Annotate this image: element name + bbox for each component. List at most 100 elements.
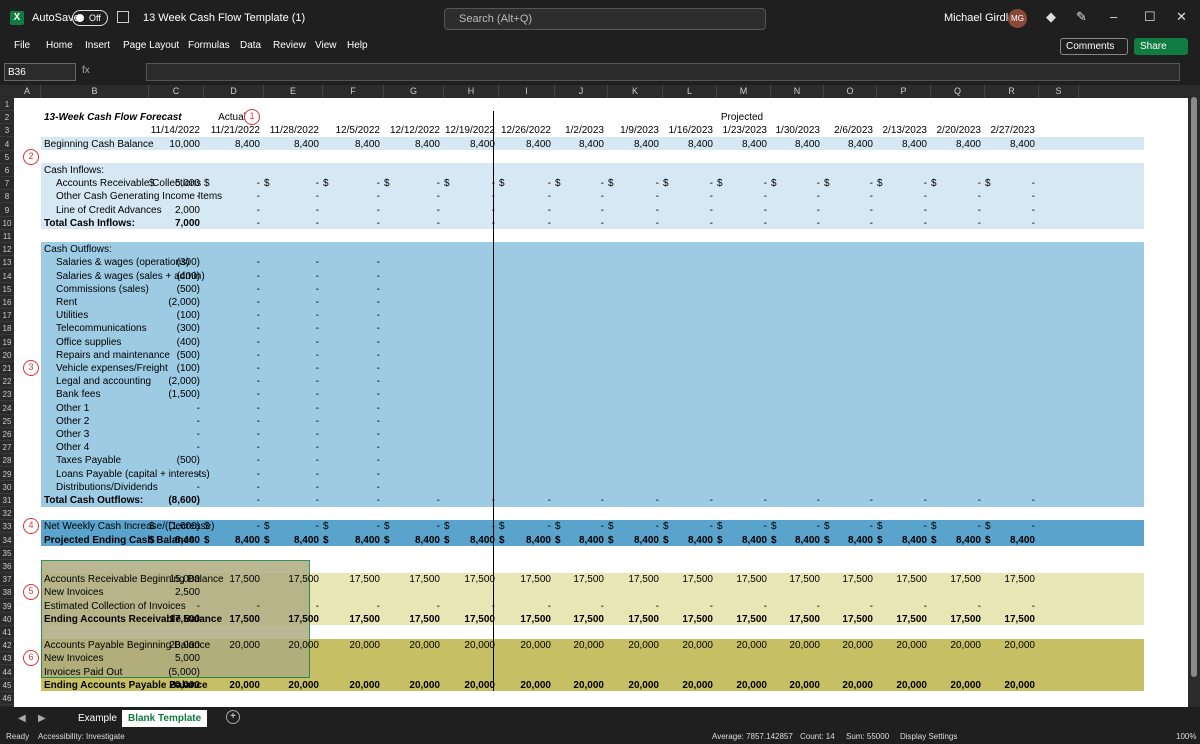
row-header[interactable]: 36 <box>0 560 14 573</box>
next-sheet-icon[interactable]: ▶ <box>38 713 46 724</box>
row-header[interactable]: 5 <box>0 151 14 164</box>
diamond-icon[interactable]: ◆ <box>1046 9 1056 25</box>
menu-formulas[interactable]: Formulas <box>188 40 230 51</box>
row-header[interactable]: 44 <box>0 666 14 679</box>
column-header[interactable]: K <box>608 85 663 98</box>
row-header[interactable]: 12 <box>0 243 14 257</box>
row-header[interactable]: 26 <box>0 428 14 441</box>
menu-review[interactable]: Review <box>273 40 306 51</box>
row-header[interactable]: 16 <box>0 296 14 309</box>
row-header[interactable]: 18 <box>0 322 14 336</box>
name-box[interactable]: B36 <box>4 63 76 81</box>
menu-data[interactable]: Data <box>240 40 261 51</box>
column-header[interactable]: F <box>323 85 384 98</box>
row-header[interactable]: 38 <box>0 586 14 600</box>
avatar[interactable]: MG <box>1008 9 1027 28</box>
row-header[interactable]: 10 <box>0 217 14 230</box>
save-icon[interactable] <box>117 11 129 23</box>
menu-home[interactable]: Home <box>46 40 73 51</box>
column-header[interactable]: H <box>444 85 499 98</box>
file-title[interactable]: 13 Week Cash Flow Template (1) <box>143 12 305 24</box>
column-header[interactable]: A <box>14 85 41 98</box>
row-header[interactable]: 2 <box>0 111 14 125</box>
row-header[interactable]: 31 <box>0 494 14 507</box>
prev-sheet-icon[interactable]: ◀ <box>18 713 26 724</box>
row-header[interactable]: 4 <box>0 138 14 151</box>
column-header[interactable]: E <box>264 85 323 98</box>
column-header[interactable]: B <box>41 85 149 98</box>
row-header[interactable]: 6 <box>0 164 14 177</box>
row-header[interactable]: 8 <box>0 190 14 204</box>
column-header[interactable]: S <box>1039 85 1079 98</box>
row-header[interactable]: 1 <box>0 98 14 111</box>
worksheet-grid[interactable]: 13-Week Cash Flow Forecast Actual Projecte… <box>14 98 1188 707</box>
row-header[interactable]: 3 <box>0 124 14 138</box>
column-header[interactable]: R <box>985 85 1039 98</box>
row-header[interactable]: 34 <box>0 534 14 547</box>
row-header[interactable]: 32 <box>0 507 14 521</box>
comments-button[interactable]: Comments <box>1060 38 1128 55</box>
row-header[interactable]: 39 <box>0 600 14 613</box>
column-header[interactable]: P <box>877 85 931 98</box>
tab-blank-template[interactable]: Blank Template <box>122 710 208 727</box>
row-header[interactable]: 21 <box>0 362 14 375</box>
menu-help[interactable]: Help <box>347 40 368 51</box>
row-header[interactable]: 42 <box>0 639 14 653</box>
column-header[interactable]: J <box>555 85 608 98</box>
row-header[interactable]: 20 <box>0 349 14 362</box>
menu-page-layout[interactable]: Page Layout <box>123 40 179 51</box>
column-header[interactable]: C <box>149 85 204 98</box>
row-header[interactable]: 27 <box>0 441 14 455</box>
row-header[interactable]: 15 <box>0 283 14 296</box>
row-header[interactable]: 33 <box>0 520 14 534</box>
column-header[interactable]: L <box>663 85 717 98</box>
maximize-icon[interactable]: ☐ <box>1144 9 1156 25</box>
row-header[interactable]: 30 <box>0 481 14 494</box>
scroll-thumb[interactable] <box>1191 97 1197 677</box>
column-header[interactable]: O <box>824 85 877 98</box>
row-header[interactable]: 22 <box>0 375 14 389</box>
row-header[interactable]: 17 <box>0 309 14 323</box>
share-button[interactable]: Share <box>1134 38 1188 55</box>
search-input[interactable]: Search (Alt+Q) <box>444 8 766 30</box>
column-header[interactable]: D <box>204 85 264 98</box>
row-header[interactable]: 9 <box>0 204 14 217</box>
tab-example[interactable]: Example <box>72 710 123 727</box>
column-header[interactable]: M <box>717 85 771 98</box>
column-header[interactable]: Q <box>931 85 985 98</box>
row-header[interactable]: 40 <box>0 613 14 626</box>
autosave-toggle[interactable]: Off <box>72 10 108 26</box>
pen-icon[interactable]: ✎ <box>1076 9 1087 25</box>
row-header[interactable]: 11 <box>0 230 14 243</box>
row-header[interactable]: 37 <box>0 573 14 587</box>
row-header[interactable]: 45 <box>0 679 14 692</box>
column-header[interactable]: N <box>771 85 824 98</box>
vertical-scrollbar[interactable] <box>1188 85 1200 707</box>
menu-view[interactable]: View <box>315 40 337 51</box>
column-header[interactable]: G <box>384 85 444 98</box>
column-header[interactable]: I <box>499 85 555 98</box>
accessibility-status[interactable]: Accessibility: Investigate <box>38 732 125 741</box>
minimize-icon[interactable]: – <box>1110 9 1117 24</box>
row-header[interactable]: 14 <box>0 270 14 283</box>
row-header[interactable]: 28 <box>0 454 14 468</box>
fx-icon[interactable]: fx <box>82 65 90 76</box>
row-header[interactable]: 35 <box>0 547 14 560</box>
row-header[interactable]: 7 <box>0 177 14 191</box>
close-icon[interactable]: ✕ <box>1176 9 1187 25</box>
row-header[interactable]: 13 <box>0 256 14 270</box>
row-header[interactable]: 43 <box>0 652 14 666</box>
row-header[interactable]: 24 <box>0 402 14 415</box>
menu-file[interactable]: File <box>14 40 30 51</box>
add-sheet-icon[interactable]: + <box>226 710 240 724</box>
formula-input[interactable] <box>146 63 1180 81</box>
menu-insert[interactable]: Insert <box>85 40 110 51</box>
row-header[interactable]: 19 <box>0 336 14 349</box>
row-header[interactable]: 23 <box>0 388 14 402</box>
row-header[interactable]: 41 <box>0 626 14 639</box>
display-settings[interactable]: Display Settings <box>900 732 957 741</box>
zoom-level[interactable]: 100% <box>1176 732 1196 741</box>
row-header[interactable]: 29 <box>0 468 14 481</box>
row-header[interactable]: 25 <box>0 415 14 428</box>
row-header[interactable]: 46 <box>0 692 14 705</box>
